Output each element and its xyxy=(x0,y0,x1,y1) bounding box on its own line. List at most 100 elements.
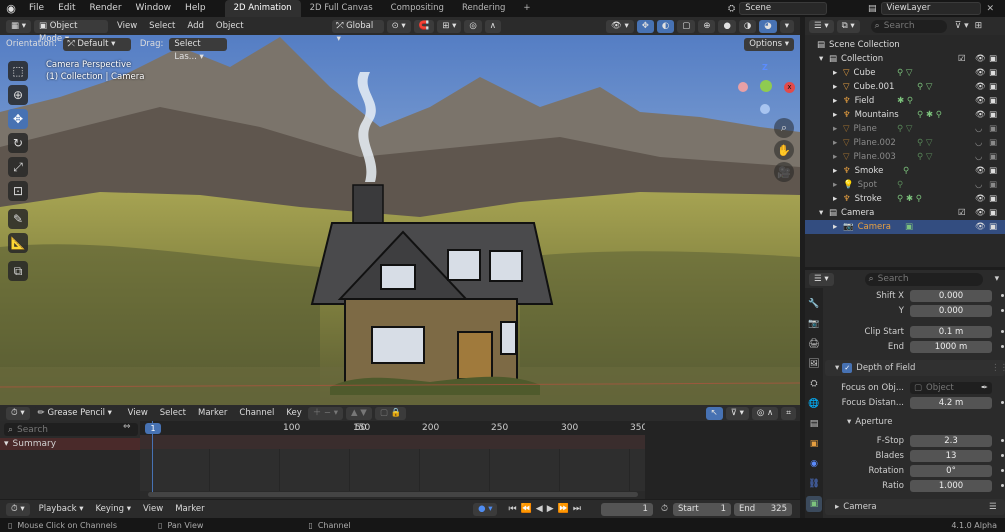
shading-options-dropdown[interactable]: ▾ xyxy=(779,19,794,33)
view-layer-tab-icon[interactable]: 🖼 xyxy=(806,356,822,372)
dof-panel-header[interactable]: ▾ ✓ Depth of Field ⋮⋮ xyxy=(825,360,1005,376)
tool-tab-icon[interactable]: 🔧 xyxy=(806,296,822,312)
output-tab-icon[interactable]: 🖨 xyxy=(806,336,822,352)
drag-dropdown[interactable]: Select Las... ▾ xyxy=(169,37,228,62)
expand-triangle-icon[interactable]: ▸ xyxy=(825,502,843,512)
aperture-subpanel-header[interactable]: ▾ Aperture xyxy=(825,414,1005,429)
timeline-snap-icon[interactable]: ⌗ xyxy=(781,406,796,420)
tab-compositing[interactable]: Compositing xyxy=(382,0,453,17)
timeline-scrollbar[interactable] xyxy=(148,492,638,497)
dof-checkbox[interactable]: ✓ xyxy=(842,363,853,373)
auto-keying-toggle[interactable]: ● ▾ xyxy=(473,502,498,516)
rotation-field[interactable]: 0° xyxy=(910,464,992,477)
jump-keyframe-forward-icon[interactable]: ⏩ xyxy=(556,504,571,514)
outliner-item-plane[interactable]: ▸ ▽ Plane ⚲ ▽ ◡ ▣ xyxy=(805,122,1005,136)
clip-end-field[interactable]: 1000 m xyxy=(910,340,992,353)
expand-triangle-icon[interactable]: ▾ xyxy=(819,208,829,218)
channel-search-input[interactable]: ⌕ Search xyxy=(4,423,138,436)
play-icon[interactable]: ▶ xyxy=(545,504,556,514)
editor-type-button[interactable]: ▦ ▾ xyxy=(6,19,31,33)
outliner-item-cube[interactable]: ▸ ▽ Cube ⚲ ▽ 👁 ▣ xyxy=(805,66,1005,80)
checkbox-checked-icon[interactable]: ☑ xyxy=(958,54,966,64)
collection-tab-icon[interactable]: ▤ xyxy=(806,416,822,432)
timeline-menu-view[interactable]: View xyxy=(122,408,154,418)
pan-hand-icon[interactable]: ✋ xyxy=(774,140,794,160)
collapse-triangle-icon[interactable]: ▾ xyxy=(825,417,855,427)
scene-selector[interactable]: ⛭ Scene xyxy=(728,2,828,15)
keyframe-dot-icon[interactable] xyxy=(1001,469,1004,472)
end-frame-field[interactable]: End 325 xyxy=(734,502,792,516)
outliner-item-smoke[interactable]: ▸ ♆ Smoke ⚲ 👁 ▣ xyxy=(805,164,1005,178)
camera-render-icon[interactable]: ▣ xyxy=(989,222,997,232)
menu-select[interactable]: Select xyxy=(143,21,181,31)
tab-rendering[interactable]: Rendering xyxy=(453,0,514,17)
scale-tool-icon[interactable]: ⤢ xyxy=(8,157,28,177)
shift-y-field[interactable]: 0.000 xyxy=(910,304,992,317)
fstop-field[interactable]: 2.3 xyxy=(910,434,992,447)
camera-render-icon[interactable]: ▣ xyxy=(989,138,997,148)
outliner-editor-type-button[interactable]: ☰ ▾ xyxy=(809,19,834,33)
shading-rendered-button[interactable]: ◕ xyxy=(759,19,777,33)
camera-render-icon[interactable]: ▣ xyxy=(989,96,997,106)
layer-add-button[interactable]: ＋ − ▾ xyxy=(307,406,344,420)
jump-end-icon[interactable]: ⏭ xyxy=(571,504,583,514)
annotate-tool-icon[interactable]: ✎ xyxy=(8,209,28,229)
camera-data-tab-icon[interactable]: ▣ xyxy=(806,496,822,512)
keyframe-dot-icon[interactable] xyxy=(1001,309,1004,312)
focus-object-field[interactable]: ▢ Object ✒ xyxy=(910,381,992,394)
camera-render-icon[interactable]: ▣ xyxy=(989,194,997,204)
expand-triangle-icon[interactable]: ▸ xyxy=(833,138,843,148)
outliner-item-scene-collection[interactable]: ▤ Scene Collection xyxy=(805,38,1005,52)
tab-2d-full-canvas[interactable]: 2D Full Canvas xyxy=(301,0,382,17)
camera-render-icon[interactable]: ▣ xyxy=(989,166,997,176)
expand-triangle-icon[interactable]: ▾ xyxy=(819,54,829,64)
rotate-tool-icon[interactable]: ↻ xyxy=(8,133,28,153)
blender-logo-icon[interactable]: ◉ xyxy=(0,2,22,15)
collapse-triangle-icon[interactable]: ▾ xyxy=(825,363,842,373)
select-tool-icon[interactable]: ⬚ xyxy=(8,61,28,81)
eye-icon[interactable]: 👁 xyxy=(975,166,986,176)
gizmo-neg-z-icon[interactable] xyxy=(760,104,770,114)
expand-triangle-icon[interactable]: ▸ xyxy=(833,180,843,190)
outliner-item-collection[interactable]: ▾ ▤ Collection ☑ 👁 ▣ xyxy=(805,52,1005,66)
timeline-filter-icon[interactable]: ⊽ ▾ xyxy=(725,406,749,420)
expand-triangle-icon[interactable]: ▸ xyxy=(833,152,843,162)
add-cube-tool-icon[interactable]: ⧉ xyxy=(8,261,28,281)
xray-toggle[interactable]: ▢ xyxy=(677,19,696,33)
camera-render-icon[interactable]: ▣ xyxy=(989,208,997,218)
shift-x-field[interactable]: 0.000 xyxy=(910,289,992,302)
measure-tool-icon[interactable]: 📐 xyxy=(8,233,28,253)
eye-hidden-icon[interactable]: ◡ xyxy=(975,152,982,162)
menu-help[interactable]: Help xyxy=(178,0,213,17)
footer-editor-type-button[interactable]: ⏱ ▾ xyxy=(6,502,30,516)
eye-icon[interactable]: 👁 xyxy=(975,54,986,64)
options-dropdown[interactable]: Options ▾ xyxy=(744,37,794,51)
outliner-item-field[interactable]: ▸ ♆ Field ✱ ⚲ 👁 ▣ xyxy=(805,94,1005,108)
eye-hidden-icon[interactable]: ◡ xyxy=(975,138,982,148)
shading-material-button[interactable]: ◑ xyxy=(738,19,757,33)
physics-tab-icon[interactable]: ◉ xyxy=(806,456,822,472)
expand-triangle-icon[interactable]: ▸ xyxy=(833,124,843,134)
jump-keyframe-back-icon[interactable]: ⏪ xyxy=(519,504,534,514)
outliner-item-plane-002[interactable]: ▸ ▽ Plane.002 ⚲ ▽ ◡ ▣ xyxy=(805,136,1005,150)
camera-render-icon[interactable]: ▣ xyxy=(989,110,997,120)
cursor-tool-icon[interactable]: ⊕ xyxy=(8,85,28,105)
timeline-select-tool-icon[interactable]: ↖ xyxy=(705,406,723,420)
layer-move-buttons[interactable]: ▲ ▼ xyxy=(346,406,372,420)
menu-render[interactable]: Render xyxy=(83,0,129,17)
camera-view-icon[interactable]: 🎥 xyxy=(774,162,794,182)
menu-view[interactable]: View xyxy=(111,21,143,31)
world-tab-icon[interactable]: 🌐 xyxy=(806,396,822,412)
scene-name-field[interactable]: Scene xyxy=(739,2,828,15)
jump-start-icon[interactable]: ⏮ xyxy=(506,504,518,514)
shading-solid-button[interactable]: ● xyxy=(718,19,736,33)
falloff-dropdown[interactable]: ∧ xyxy=(484,19,501,33)
gizmo-x-axis-icon[interactable]: x xyxy=(784,82,795,93)
outliner-item-camera-collection[interactable]: ▾ ▤ Camera ☑ 👁 ▣ xyxy=(805,206,1005,220)
eye-icon[interactable]: 👁 xyxy=(975,194,986,204)
footer-menu-view[interactable]: View xyxy=(137,504,169,514)
eye-icon[interactable]: 👁 xyxy=(975,222,986,232)
play-reverse-icon[interactable]: ◀ xyxy=(534,504,545,514)
keyframe-dot-icon[interactable] xyxy=(1001,330,1004,333)
menu-add[interactable]: Add xyxy=(181,21,209,31)
